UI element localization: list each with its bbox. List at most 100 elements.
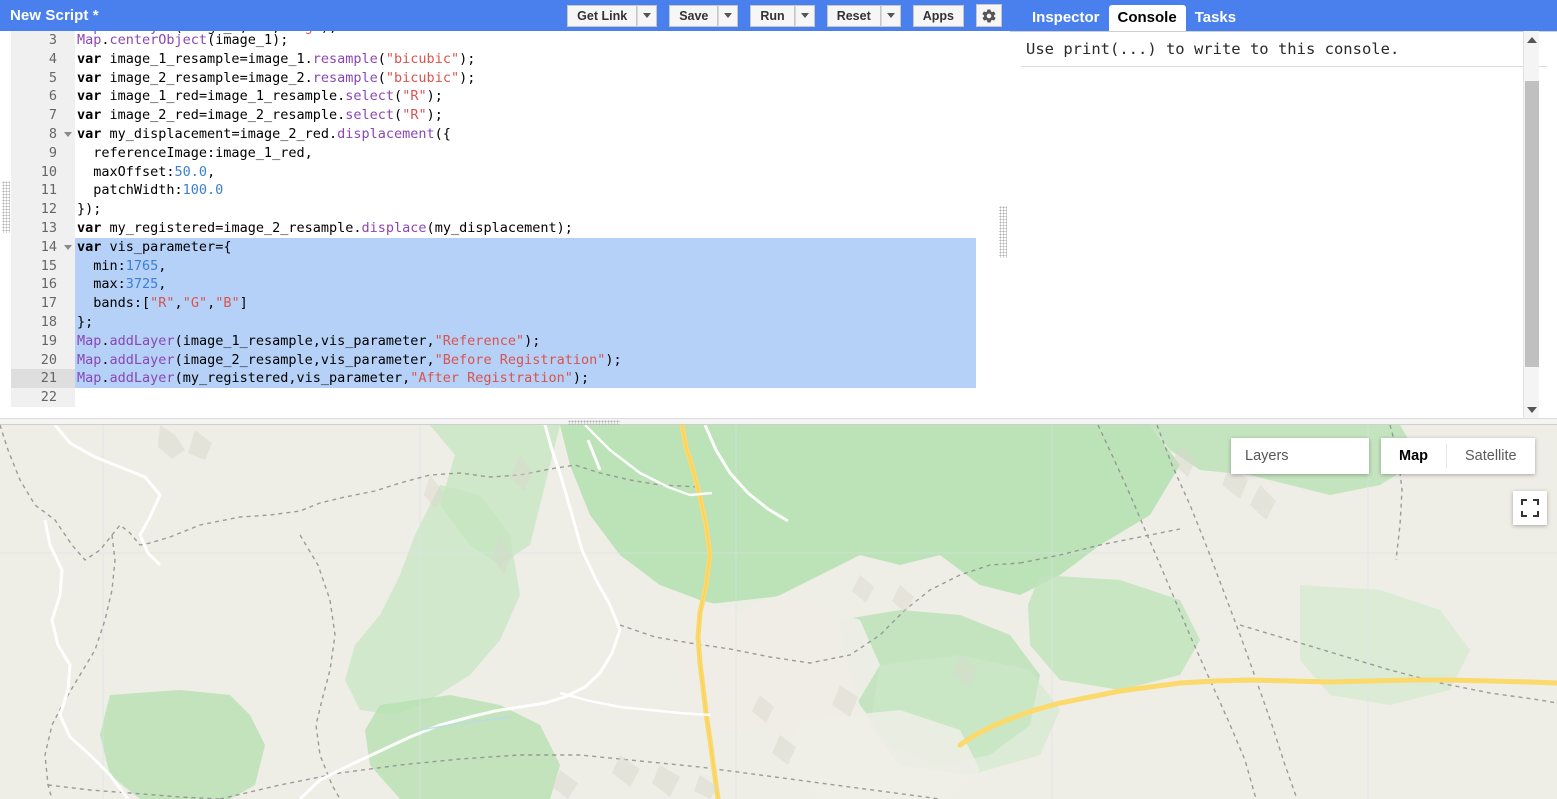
code-line-source: };: [75, 312, 976, 332]
code-line-source: referenceImage:image_1_red,: [77, 144, 313, 161]
code-line[interactable]: 20 Map.addLayer(image_2_resample,vis_para…: [11, 350, 976, 370]
code-line-source: max:3725,: [75, 275, 976, 295]
code-line[interactable]: 14 var vis_parameter={: [11, 237, 976, 257]
save-dropdown-caret[interactable]: [718, 4, 739, 27]
tab-tasks[interactable]: Tasks: [1186, 5, 1245, 31]
reset-group: Reset: [826, 4, 901, 27]
triangle-down-icon: [1527, 406, 1537, 413]
code-line-source: maxOffset:50.0,: [77, 163, 216, 180]
script-title: New Script *: [10, 7, 99, 24]
code-line[interactable]: 22: [11, 388, 976, 407]
code-fold-spacer: [62, 218, 75, 238]
code-line[interactable]: 4 var image_1_resample=image_1.resample("…: [11, 49, 976, 69]
code-line[interactable]: 16 max:3725,: [11, 275, 976, 295]
code-line-source: patchWidth:100.0: [77, 182, 224, 199]
layers-button[interactable]: Layers: [1231, 438, 1369, 474]
settings-button[interactable]: [976, 4, 1002, 27]
code-line[interactable]: 3 Map.centerObject(image_1);: [11, 31, 976, 50]
horizontal-splitter[interactable]: [0, 418, 1557, 425]
line-number: 3: [11, 31, 62, 50]
line-number: 17: [11, 294, 62, 313]
code-fold-toggle[interactable]: [62, 124, 75, 144]
code-fold-spacer: [62, 369, 75, 389]
code-line[interactable]: 12});: [11, 200, 976, 219]
line-number: 20: [11, 350, 62, 370]
line-number: 9: [11, 143, 62, 163]
code-fold-spacer: [62, 49, 75, 69]
editor-left-drag-handle[interactable]: [2, 181, 10, 233]
code-line-source: var image_1_red=image_1_resample.select(…: [77, 88, 443, 105]
code-line[interactable]: 8 var my_displacement=image_2_red.displac…: [11, 124, 976, 144]
code-fold-spacer: [62, 275, 75, 295]
code-fold-spacer: [62, 143, 75, 163]
get-link-dropdown-caret[interactable]: [637, 4, 658, 27]
code-line[interactable]: 17 bands:["R","G","B"]: [11, 294, 976, 313]
get-link-group: Get Link: [567, 4, 658, 27]
chevron-down-icon: [643, 13, 652, 18]
code-line-source: Map.addLayer(my_registered,vis_parameter…: [75, 369, 976, 389]
code-line[interactable]: 21 Map.addLayer(my_registered,vis_paramet…: [11, 369, 976, 389]
map-type-switcher: Map Satellite: [1381, 438, 1535, 474]
line-number: 8: [11, 124, 62, 144]
code-line-source: Map.centerObject(image_1);: [77, 32, 289, 48]
code-line[interactable]: 9 referenceImage:image_1_red,: [11, 143, 976, 163]
code-line[interactable]: 19 Map.addLayer(image_1_resample,vis_para…: [11, 331, 976, 351]
code-line-source: [75, 388, 976, 407]
map-canvas[interactable]: Town Barsalinga Longopito Oldonyiro Tura…: [0, 425, 1557, 799]
apps-button[interactable]: Apps: [912, 4, 964, 27]
code-line[interactable]: 13 var my_registered=image_2_resample.dis…: [11, 218, 976, 238]
chevron-down-icon: [886, 13, 895, 18]
tab-console[interactable]: Console: [1108, 5, 1186, 31]
right-panel-tabbar: Inspector Console Tasks: [1010, 0, 1557, 31]
save-group: Save: [669, 4, 739, 27]
reset-dropdown-caret[interactable]: [880, 4, 901, 27]
line-number: 11: [11, 181, 62, 201]
code-editor[interactable]: 2 Map.addLayer(image_1,vis,"img"); 3Map.…: [0, 31, 1010, 418]
scroll-down-arrow[interactable]: [1524, 401, 1540, 418]
code-line[interactable]: 15 min:1765,: [11, 256, 976, 276]
run-button[interactable]: Run: [750, 4, 795, 27]
code-fold-spacer: [62, 388, 75, 407]
line-number: 6: [11, 87, 62, 107]
fullscreen-icon: [1521, 499, 1539, 517]
code-fold-spacer: [62, 68, 75, 88]
right-panel: Inspector Console Tasks Use print(...) t…: [1010, 0, 1557, 418]
chevron-down-icon: [800, 13, 809, 18]
code-fold-spacer: [62, 200, 75, 219]
line-number: 14: [11, 237, 62, 257]
fullscreen-button[interactable]: [1513, 491, 1547, 525]
map-type-satellite[interactable]: Satellite: [1447, 438, 1535, 474]
editor-vertical-scrollbar[interactable]: [1523, 31, 1539, 418]
map-basemap: [0, 425, 1557, 799]
code-line[interactable]: 10 maxOffset:50.0,: [11, 162, 976, 182]
code-fold-toggle[interactable]: [62, 237, 75, 257]
run-group: Run: [750, 4, 815, 27]
code-line[interactable]: 7 var image_2_red=image_2_resample.select…: [11, 106, 976, 125]
code-line[interactable]: 11 patchWidth:100.0: [11, 181, 976, 201]
scrollbar-thumb[interactable]: [1525, 81, 1539, 367]
save-button[interactable]: Save: [669, 4, 719, 27]
run-dropdown-caret[interactable]: [794, 4, 815, 27]
line-number: 21: [11, 369, 62, 389]
apps-group: Apps: [912, 4, 964, 27]
tab-inspector[interactable]: Inspector: [1023, 5, 1109, 31]
reset-button[interactable]: Reset: [826, 4, 881, 27]
code-line[interactable]: 6 var image_1_red=image_1_resample.select…: [11, 87, 976, 107]
code-fold-spacer: [62, 331, 75, 351]
line-number: 16: [11, 275, 62, 295]
gee-code-editor-app: New Script * Get Link Save Run Reset App…: [0, 0, 1557, 799]
code-line[interactable]: 18};: [11, 312, 976, 332]
map-type-map[interactable]: Map: [1381, 438, 1446, 474]
scroll-up-arrow[interactable]: [1524, 31, 1540, 48]
code-lines-container[interactable]: 3 Map.centerObject(image_1); 4 var image_1_…: [11, 31, 976, 418]
code-line-source: var my_registered=image_2_resample.displ…: [77, 219, 573, 236]
code-line[interactable]: 5 var image_2_resample=image_2.resample("…: [11, 68, 976, 88]
line-number: 12: [11, 200, 62, 219]
code-fold-spacer: [62, 181, 75, 201]
editor-right-drag-handle[interactable]: [999, 206, 1007, 258]
get-link-button[interactable]: Get Link: [567, 4, 638, 27]
code-line-source: bands:["R","G","B"]: [75, 294, 976, 313]
code-fold-spacer: [62, 256, 75, 276]
console-divider: [1021, 66, 1547, 67]
code-line-source: var image_2_red=image_2_resample.select(…: [77, 107, 443, 124]
